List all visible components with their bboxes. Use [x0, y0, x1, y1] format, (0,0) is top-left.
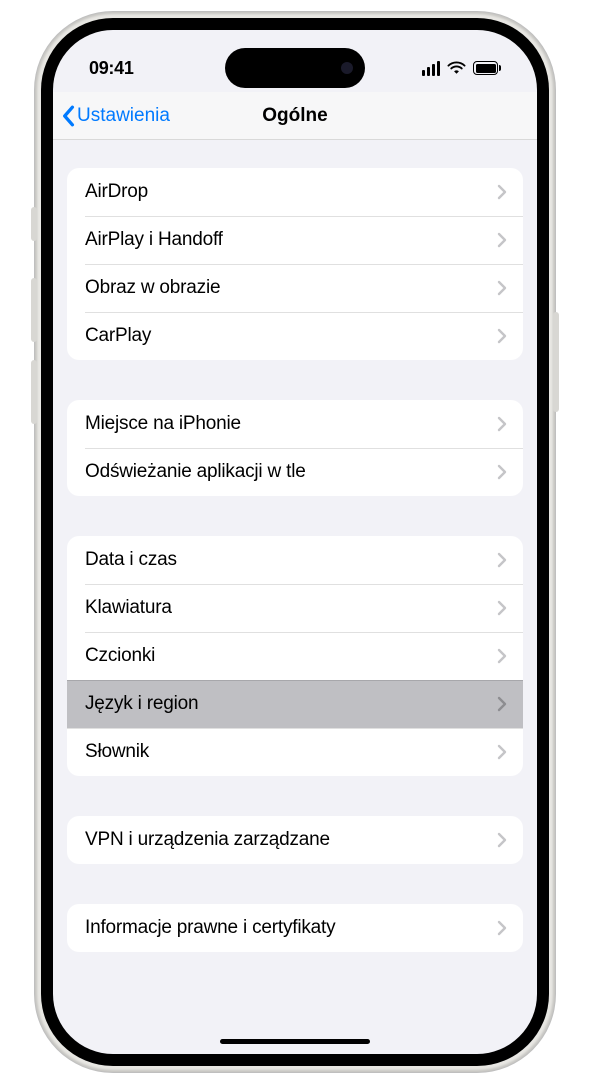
power-button [553, 312, 559, 412]
row-storage[interactable]: Miejsce na iPhonie [67, 400, 523, 448]
chevron-right-icon [497, 648, 507, 664]
group-storage: Miejsce na iPhonie Odświeżanie aplikacji… [67, 400, 523, 496]
chevron-right-icon [497, 464, 507, 480]
row-pip[interactable]: Obraz w obrazie [67, 264, 523, 312]
chevron-right-icon [497, 600, 507, 616]
cellular-icon [422, 61, 441, 76]
chevron-right-icon [497, 696, 507, 712]
row-airplay-handoff[interactable]: AirPlay i Handoff [67, 216, 523, 264]
row-label: Słownik [85, 741, 149, 763]
chevron-right-icon [497, 328, 507, 344]
silence-switch [31, 207, 37, 241]
row-label: AirDrop [85, 181, 148, 203]
row-label: Informacje prawne i certyfikaty [85, 917, 335, 939]
row-legal[interactable]: Informacje prawne i certyfikaty [67, 904, 523, 952]
chevron-right-icon [497, 280, 507, 296]
row-dictionary[interactable]: Słownik [67, 728, 523, 776]
status-time: 09:41 [89, 58, 134, 79]
content-scroll[interactable]: AirDrop AirPlay i Handoff Obraz w obrazi… [53, 140, 537, 1054]
row-airdrop[interactable]: AirDrop [67, 168, 523, 216]
row-label: Język i region [85, 693, 198, 715]
device-frame: 09:41 [35, 12, 555, 1072]
volume-down-button [31, 360, 37, 424]
row-label: Miejsce na iPhonie [85, 413, 241, 435]
battery-icon [473, 61, 501, 75]
row-label: Data i czas [85, 549, 177, 571]
row-date-time[interactable]: Data i czas [67, 536, 523, 584]
row-background-refresh[interactable]: Odświeżanie aplikacji w tle [67, 448, 523, 496]
row-label: Czcionki [85, 645, 155, 667]
row-label: Obraz w obrazie [85, 277, 220, 299]
volume-up-button [31, 278, 37, 342]
chevron-right-icon [497, 184, 507, 200]
chevron-right-icon [497, 552, 507, 568]
chevron-right-icon [497, 232, 507, 248]
group-vpn: VPN i urządzenia zarządzane [67, 816, 523, 864]
chevron-right-icon [497, 416, 507, 432]
row-vpn-managed[interactable]: VPN i urządzenia zarządzane [67, 816, 523, 864]
wifi-icon [447, 61, 466, 75]
screen: 09:41 [53, 30, 537, 1054]
row-label: Klawiatura [85, 597, 172, 619]
row-label: AirPlay i Handoff [85, 229, 223, 251]
group-general: Data i czas Klawiatura Czcionki Język i … [67, 536, 523, 776]
row-label: VPN i urządzenia zarządzane [85, 829, 330, 851]
dynamic-island [225, 48, 365, 88]
back-label: Ustawienia [77, 105, 170, 127]
camera-dot [341, 62, 353, 74]
group-connectivity: AirDrop AirPlay i Handoff Obraz w obrazi… [67, 168, 523, 360]
chevron-right-icon [497, 832, 507, 848]
row-carplay[interactable]: CarPlay [67, 312, 523, 360]
row-keyboard[interactable]: Klawiatura [67, 584, 523, 632]
group-legal: Informacje prawne i certyfikaty [67, 904, 523, 952]
row-language-region[interactable]: Język i region [67, 680, 523, 728]
nav-bar: Ustawienia Ogólne [53, 92, 537, 140]
row-label: CarPlay [85, 325, 151, 347]
back-button[interactable]: Ustawienia [61, 105, 170, 127]
row-label: Odświeżanie aplikacji w tle [85, 461, 306, 483]
chevron-right-icon [497, 920, 507, 936]
home-indicator[interactable] [220, 1039, 370, 1044]
row-fonts[interactable]: Czcionki [67, 632, 523, 680]
chevron-right-icon [497, 744, 507, 760]
chevron-left-icon [61, 105, 75, 127]
